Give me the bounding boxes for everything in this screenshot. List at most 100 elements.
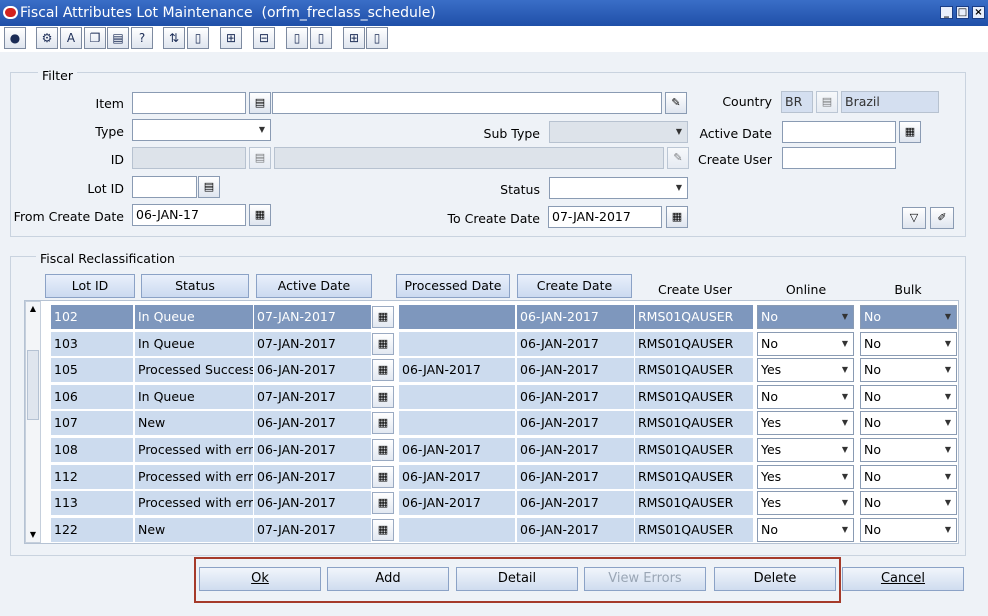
status-cell[interactable]: In Queue — [135, 305, 253, 329]
active-date-column-header[interactable]: Active Date — [256, 274, 372, 298]
filter-icon[interactable]: ▽ — [902, 207, 926, 229]
processed-date-cell[interactable] — [399, 305, 515, 329]
lot-id-column-header[interactable]: Lot ID — [45, 274, 135, 298]
scroll-up-icon[interactable]: ▲ — [26, 302, 40, 316]
doc-add-icon[interactable]: ▯ — [366, 27, 388, 49]
online-select[interactable]: No ▼ — [757, 518, 854, 542]
type-select[interactable]: ▼ — [132, 119, 271, 141]
add-button[interactable]: Add — [327, 567, 449, 591]
doc-alt-icon[interactable]: ▯ — [310, 27, 332, 49]
calendar-icon[interactable]: ▦ — [372, 386, 394, 408]
calendar-icon[interactable]: ▦ — [666, 206, 688, 228]
bulk-select[interactable]: No ▼ — [860, 305, 957, 329]
bulk-select[interactable]: No ▼ — [860, 491, 957, 515]
tree-icon[interactable]: ⊞ — [220, 27, 242, 49]
tree-alt-icon[interactable]: ⊟ — [253, 27, 275, 49]
active-date-cell[interactable]: 07-JAN-2017 — [254, 305, 371, 329]
status-cell[interactable]: In Queue — [135, 332, 253, 356]
lot-id-cell[interactable]: 103 — [51, 332, 133, 356]
create-user-input[interactable] — [782, 147, 896, 169]
status-cell[interactable]: New — [135, 411, 253, 435]
status-select[interactable]: ▼ — [549, 177, 688, 199]
processed-date-cell[interactable] — [399, 518, 515, 542]
create-date-cell[interactable]: 06-JAN-2017 — [517, 491, 634, 515]
create-user-cell[interactable]: RMS01QAUSER — [635, 305, 753, 329]
bulk-select[interactable]: No ▼ — [860, 358, 957, 382]
create-date-column-header[interactable]: Create Date — [517, 274, 632, 298]
create-date-cell[interactable]: 06-JAN-2017 — [517, 332, 634, 356]
online-select[interactable]: No ▼ — [757, 332, 854, 356]
maximize-icon[interactable]: □ — [956, 6, 969, 19]
processed-date-cell[interactable]: 06-JAN-2017 — [399, 465, 515, 489]
create-date-cell[interactable]: 06-JAN-2017 — [517, 438, 634, 462]
lot-id-cell[interactable]: 122 — [51, 518, 133, 542]
options-icon[interactable]: ⚙ — [36, 27, 58, 49]
calendar-icon[interactable]: ▦ — [372, 466, 394, 488]
online-select[interactable]: Yes ▼ — [757, 491, 854, 515]
from-date-input[interactable]: 06-JAN-17 — [132, 204, 246, 226]
spell-icon[interactable]: A — [60, 27, 82, 49]
bulk-select[interactable]: No ▼ — [860, 385, 957, 409]
calendar-icon[interactable]: ▦ — [372, 306, 394, 328]
create-user-cell[interactable]: RMS01QAUSER — [635, 438, 753, 462]
online-select[interactable]: No ▼ — [757, 305, 854, 329]
transfer-icon[interactable]: ⇅ — [163, 27, 185, 49]
status-cell[interactable]: Processed with erro — [135, 491, 253, 515]
lot-id-cell[interactable]: 113 — [51, 491, 133, 515]
online-select[interactable]: Yes ▼ — [757, 465, 854, 489]
calendar-icon[interactable]: ▦ — [372, 519, 394, 541]
close-icon[interactable]: × — [972, 6, 985, 19]
active-date-cell[interactable]: 07-JAN-2017 — [254, 385, 371, 409]
calendar-icon[interactable]: ▦ — [249, 204, 271, 226]
active-date-input[interactable] — [782, 121, 896, 143]
calendar-icon[interactable]: ▦ — [372, 492, 394, 514]
status-cell[interactable]: In Queue — [135, 385, 253, 409]
status-column-header[interactable]: Status — [141, 274, 249, 298]
print-icon[interactable]: ▤ — [107, 27, 129, 49]
ok-button[interactable]: Ok — [199, 567, 321, 591]
active-date-cell[interactable]: 06-JAN-2017 — [254, 438, 371, 462]
detail-button[interactable]: Detail — [456, 567, 578, 591]
lot-id-cell[interactable]: 112 — [51, 465, 133, 489]
bulk-select[interactable]: No ▼ — [860, 465, 957, 489]
new-icon[interactable]: ▯ — [187, 27, 209, 49]
active-date-cell[interactable]: 07-JAN-2017 — [254, 332, 371, 356]
lot-id-cell[interactable]: 107 — [51, 411, 133, 435]
create-user-cell[interactable]: RMS01QAUSER — [635, 332, 753, 356]
vertical-scrollbar[interactable] — [25, 301, 41, 543]
active-date-cell[interactable]: 06-JAN-2017 — [254, 491, 371, 515]
bulk-select[interactable]: No ▼ — [860, 411, 957, 435]
create-user-cell[interactable]: RMS01QAUSER — [635, 491, 753, 515]
calendar-icon[interactable]: ▦ — [372, 359, 394, 381]
create-user-cell[interactable]: RMS01QAUSER — [635, 518, 753, 542]
copy-icon[interactable]: ❐ — [84, 27, 106, 49]
create-user-cell[interactable]: RMS01QAUSER — [635, 385, 753, 409]
item-desc-field[interactable] — [272, 92, 662, 114]
active-date-cell[interactable]: 06-JAN-2017 — [254, 411, 371, 435]
lot-id-cell[interactable]: 105 — [51, 358, 133, 382]
bulk-select[interactable]: No ▼ — [860, 518, 957, 542]
lot-id-cell[interactable]: 102 — [51, 305, 133, 329]
processed-date-cell[interactable]: 06-JAN-2017 — [399, 438, 515, 462]
create-date-cell[interactable]: 06-JAN-2017 — [517, 385, 634, 409]
item-lov-icon[interactable]: ▤ — [249, 92, 271, 114]
lotid-lov-icon[interactable]: ▤ — [198, 176, 220, 198]
status-cell[interactable]: New — [135, 518, 253, 542]
status-cell[interactable]: Processed Success — [135, 358, 253, 382]
tree-add-icon[interactable]: ⊞ — [343, 27, 365, 49]
create-date-cell[interactable]: 06-JAN-2017 — [517, 411, 634, 435]
create-user-cell[interactable]: RMS01QAUSER — [635, 411, 753, 435]
bulk-select[interactable]: No ▼ — [860, 438, 957, 462]
online-select[interactable]: Yes ▼ — [757, 438, 854, 462]
online-select[interactable]: Yes ▼ — [757, 411, 854, 435]
active-date-cell[interactable]: 06-JAN-2017 — [254, 358, 371, 382]
help-icon[interactable]: ? — [131, 27, 153, 49]
item-desc-edit-icon[interactable]: ✎ — [665, 92, 687, 114]
create-date-cell[interactable]: 06-JAN-2017 — [517, 358, 634, 382]
delete-button[interactable]: Delete — [714, 567, 836, 591]
scroll-down-icon[interactable]: ▼ — [26, 528, 40, 542]
calendar-icon[interactable]: ▦ — [899, 121, 921, 143]
active-date-cell[interactable]: 07-JAN-2017 — [254, 518, 371, 542]
calendar-icon[interactable]: ▦ — [372, 439, 394, 461]
processed-date-cell[interactable] — [399, 385, 515, 409]
